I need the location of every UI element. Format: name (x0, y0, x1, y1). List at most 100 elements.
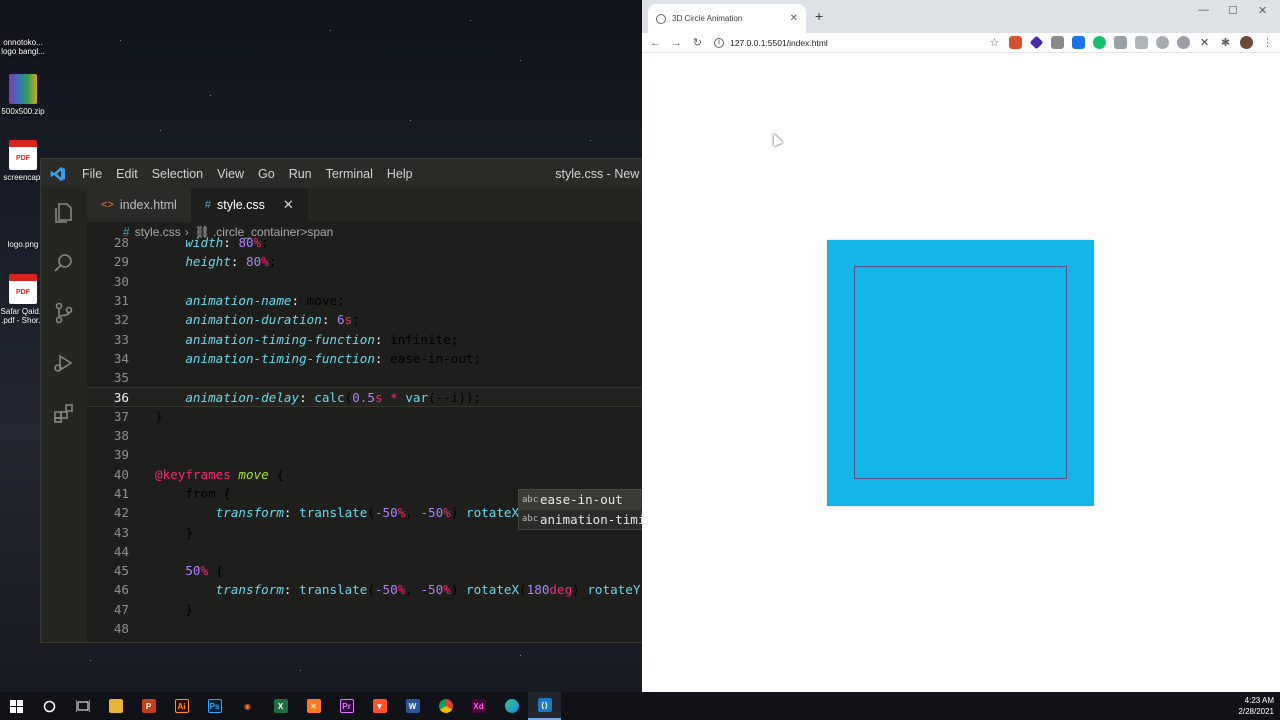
code-text: animation-name: move; (185, 292, 345, 308)
forward-icon[interactable]: → (666, 37, 687, 49)
extensions-icon[interactable] (41, 388, 87, 438)
x-icon[interactable]: ✕ (1198, 36, 1211, 49)
close-tab-icon[interactable]: ✕ (790, 13, 798, 24)
explorer-icon[interactable] (41, 188, 87, 238)
browser-window: 3D Circle Animation ✕ + — ☐ ✕ ← → ↻ i 12… (642, 0, 1280, 692)
tab-style-css[interactable]: # style.css ✕ (190, 188, 308, 222)
menu-terminal[interactable]: Terminal (319, 167, 380, 181)
site-info-icon[interactable]: i (714, 37, 724, 48)
browser-toolbar: ← → ↻ i 127.0.0.1:5501/index.html ☆ ✕ ✱ … (642, 33, 1280, 53)
address-bar[interactable]: i 127.0.0.1:5501/index.html (714, 37, 828, 48)
close-tab-icon[interactable]: ✕ (283, 197, 294, 213)
code-line: 49 to { (87, 638, 721, 642)
browser-tab-title: 3D Circle Animation (672, 14, 743, 23)
line-number: 45 (113, 563, 129, 579)
new-tab-button[interactable]: + (815, 8, 823, 24)
extension-icon[interactable] (1009, 36, 1022, 49)
task-view-icon[interactable] (66, 692, 99, 720)
globe-icon (656, 13, 666, 24)
code-text: animation-duration: 6s; (185, 312, 360, 328)
code-text: width: 80%; (185, 235, 269, 250)
grammarly-icon[interactable] (1093, 36, 1106, 49)
menu-view[interactable]: View (210, 167, 251, 181)
code-line: 29 height: 80%; (87, 252, 721, 271)
menu-edit[interactable]: Edit (109, 167, 145, 181)
code-text: 50% { (185, 563, 224, 579)
taskbar: P Ai Ps ◉ X ✕ Pr ▼ W Xd ⟨⟩ 4:23 AM 2/28/… (0, 692, 1280, 720)
search-icon[interactable] (41, 238, 87, 288)
search-icon[interactable] (33, 692, 66, 720)
code-line: 40 @keyframes move { (87, 465, 721, 484)
avatar[interactable] (1240, 36, 1253, 49)
menu-help[interactable]: Help (380, 167, 420, 181)
suggestion-label: ease-in-out (540, 492, 623, 508)
code-line: 46 transform: translate(-50%, -50%) rota… (87, 580, 721, 599)
file-explorer-icon[interactable] (99, 692, 132, 720)
menu-selection[interactable]: Selection (145, 167, 210, 181)
code-text: animation-timing-function: infinite; (185, 331, 459, 347)
blender-icon[interactable]: ◉ (231, 692, 264, 720)
camera-icon[interactable] (1135, 36, 1148, 49)
line-number: 42 (113, 505, 129, 521)
code-line: 37} (87, 407, 721, 426)
code-text: animation-timing-function: ease-in-out; (185, 350, 482, 366)
code-editor[interactable]: 28 width: 80%; 29 height: 80%; 30 31 animat… (87, 235, 721, 642)
line-number: 29 (113, 254, 129, 270)
line-number: 46 (113, 582, 129, 598)
extension-icon[interactable] (1029, 35, 1044, 50)
back-icon[interactable]: ← (645, 37, 666, 49)
run-debug-icon[interactable] (41, 338, 87, 388)
minimize-icon[interactable]: — (1198, 4, 1209, 16)
maximize-icon[interactable]: ☐ (1228, 4, 1238, 17)
reload-icon[interactable]: ↻ (687, 36, 708, 49)
browser-tab[interactable]: 3D Circle Animation ✕ (648, 4, 806, 33)
code-text: @keyframes move { (155, 466, 284, 482)
line-number: 48 (113, 621, 129, 636)
extension-icon[interactable] (1114, 36, 1127, 49)
line-number: 44 (113, 543, 129, 559)
menu-run[interactable]: Run (282, 167, 319, 181)
word-icon[interactable]: W (396, 692, 429, 720)
tab-index-html[interactable]: <> index.html (87, 188, 191, 222)
extension-icon[interactable] (1051, 36, 1064, 49)
pdf-file-icon: PDF (9, 274, 37, 304)
globe-icon[interactable] (1156, 36, 1169, 49)
more-menu-icon[interactable]: ⋮ (1261, 36, 1274, 49)
xd-icon[interactable]: Xd (462, 692, 495, 720)
powerpoint-icon[interactable]: P (132, 692, 165, 720)
vscode-window: File Edit Selection View Go Run Terminal… (40, 158, 722, 643)
code-text: } (155, 601, 193, 617)
code-line: 48 (87, 619, 721, 638)
line-number: 30 (113, 273, 129, 289)
vscode-taskbar-icon[interactable]: ⟨⟩ (528, 692, 561, 720)
excel-icon[interactable]: X (264, 692, 297, 720)
source-control-icon[interactable] (41, 288, 87, 338)
code-text: height: 80%; (185, 254, 277, 270)
system-clock[interactable]: 4:23 AM 2/28/2021 (1238, 695, 1274, 717)
brave-icon[interactable]: ▼ (363, 692, 396, 720)
illustrator-icon[interactable]: Ai (165, 692, 198, 720)
puzzle-icon[interactable]: ✱ (1219, 36, 1232, 49)
tab-label: index.html (119, 198, 177, 212)
close-window-icon[interactable]: ✕ (1258, 4, 1267, 17)
menu-file[interactable]: File (75, 167, 109, 181)
xampp-icon[interactable]: ✕ (297, 692, 330, 720)
code-text: animation-delay: calc(0.5s * var(--i)); (185, 390, 482, 406)
clock-time: 4:23 AM (1244, 696, 1274, 705)
desktop-icon-label: onnotoko... logo bangl... (1, 38, 45, 56)
winrar-archive-icon (9, 74, 37, 104)
code-line: 36 animation-delay: calc(0.5s * var(--i)… (87, 387, 721, 407)
windows-start-icon[interactable] (0, 692, 33, 720)
chrome-icon[interactable] (429, 692, 462, 720)
line-number: 36 (113, 390, 129, 406)
extension-icon[interactable] (1072, 36, 1085, 49)
photoshop-icon[interactable]: Ps (198, 692, 231, 720)
desktop-icon-zip[interactable]: 500x500.zip (0, 74, 46, 116)
bookmark-star-icon[interactable]: ☆ (988, 36, 1001, 49)
edge-icon[interactable] (495, 692, 528, 720)
menu-go[interactable]: Go (251, 167, 282, 181)
desktop-icon-logo-bangla[interactable]: onnotoko... logo bangl... (0, 38, 46, 56)
premiere-icon[interactable]: Pr (330, 692, 363, 720)
extension-icon[interactable] (1177, 36, 1190, 49)
line-number: 39 (113, 447, 129, 463)
